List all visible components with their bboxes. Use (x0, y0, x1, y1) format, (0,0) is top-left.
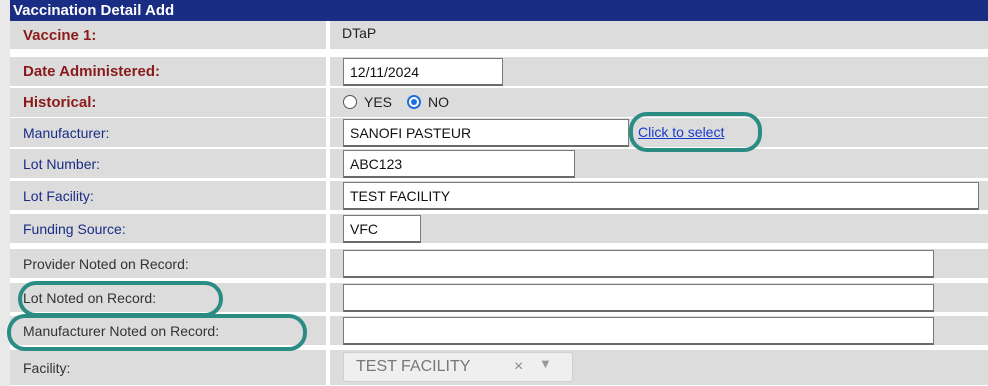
manufacturer-noted-cell (330, 316, 988, 345)
facility-select[interactable]: TEST FACILITY × ▼ (343, 352, 573, 382)
historical-yes-label: YES (364, 94, 393, 110)
manufacturer-cell: Click to select (330, 118, 988, 147)
manufacturer-noted-input[interactable] (343, 317, 934, 345)
lot-noted-input[interactable] (343, 284, 934, 312)
row-funding-source: Funding Source: (10, 214, 988, 244)
provider-noted-label: Provider Noted on Record: (10, 249, 328, 278)
provider-noted-input[interactable] (343, 250, 934, 278)
historical-radio-group: YES NO (343, 94, 464, 110)
clear-icon[interactable]: × (514, 358, 523, 376)
funding-source-cell (330, 214, 988, 243)
historical-label: Historical: (10, 88, 328, 117)
facility-cell: TEST FACILITY × ▼ (330, 350, 988, 385)
row-lot-noted: Lot Noted on Record: (10, 283, 988, 313)
vaccine-value: DTaP (342, 25, 377, 41)
lot-facility-label: Lot Facility: (10, 181, 328, 210)
left-strip (0, 0, 10, 386)
facility-label: Facility: (10, 350, 328, 385)
date-administered-input[interactable] (343, 58, 503, 86)
row-manufacturer-noted: Manufacturer Noted on Record: (10, 316, 988, 346)
lot-facility-cell (330, 181, 988, 210)
historical-no-radio[interactable] (407, 95, 422, 109)
facility-selected-value: TEST FACILITY (356, 358, 471, 375)
vaccine-value-cell: DTaP (330, 21, 988, 49)
row-date-administered: Date Administered: (10, 57, 988, 87)
row-vaccine: Vaccine 1: DTaP (10, 21, 988, 50)
manufacturer-label: Manufacturer: (10, 118, 328, 147)
row-provider-noted: Provider Noted on Record: (10, 249, 988, 279)
historical-no-label: NO (428, 94, 450, 110)
provider-noted-cell (330, 249, 988, 278)
row-facility: Facility: TEST FACILITY × ▼ (10, 350, 988, 386)
lot-number-cell (330, 149, 988, 178)
lot-noted-label: Lot Noted on Record: (10, 283, 328, 312)
lot-facility-input[interactable] (343, 182, 979, 210)
row-historical: Historical: YES NO (10, 88, 988, 118)
manufacturer-input[interactable] (343, 119, 629, 147)
historical-cell: YES NO (330, 88, 988, 117)
chevron-down-icon[interactable]: ▼ (539, 356, 552, 371)
historical-yes-radio[interactable] (343, 95, 357, 109)
click-to-select-link[interactable]: Click to select (638, 124, 724, 140)
lot-number-label: Lot Number: (10, 149, 328, 178)
date-administered-label: Date Administered: (10, 57, 328, 86)
row-manufacturer: Manufacturer: Click to select (10, 118, 988, 148)
row-lot-number: Lot Number: (10, 149, 988, 179)
funding-source-label: Funding Source: (10, 214, 328, 243)
panel-header: Vaccination Detail Add (10, 0, 988, 21)
lot-noted-cell (330, 283, 988, 312)
vaccine-label: Vaccine 1: (10, 21, 328, 49)
lot-number-input[interactable] (343, 150, 575, 178)
funding-source-input[interactable] (343, 215, 421, 243)
date-administered-cell (330, 57, 988, 86)
row-lot-facility: Lot Facility: (10, 181, 988, 211)
manufacturer-noted-label: Manufacturer Noted on Record: (10, 316, 328, 345)
